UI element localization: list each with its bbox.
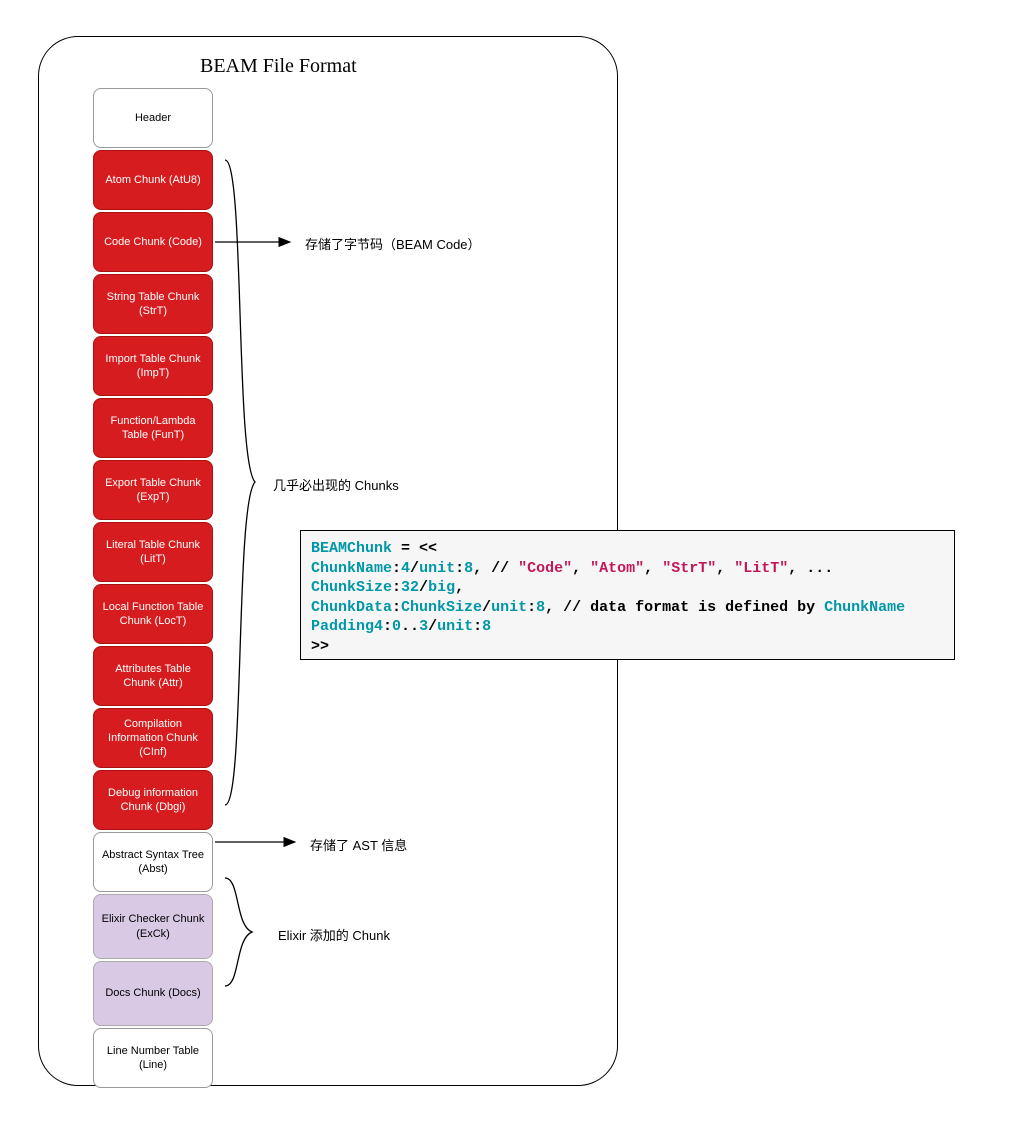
annotation-often: 几乎必出现的 Chunks <box>273 475 399 494</box>
chunk-abst: Abstract Syntax Tree (Abst) <box>93 832 213 892</box>
chunk-cinf: Compilation Information Chunk (CInf) <box>93 708 213 768</box>
diagram-title: BEAM File Format <box>200 55 357 78</box>
chunk-loct: Local Function Table Chunk (LocT) <box>93 584 213 644</box>
chunk-docs: Docs Chunk (Docs) <box>93 961 213 1026</box>
chunk-column: Header Atom Chunk (AtU8) Code Chunk (Cod… <box>93 88 213 1088</box>
chunk-exck: Elixir Checker Chunk (ExCk) <box>93 894 213 959</box>
annotation-code: 存储了字节码（BEAM Code） <box>305 234 481 253</box>
annotation-abst: 存储了 AST 信息 <box>310 835 407 854</box>
chunk-line: Line Number Table (Line) <box>93 1028 213 1088</box>
chunk-litt: Literal Table Chunk (LitT) <box>93 522 213 582</box>
chunk-strt: String Table Chunk (StrT) <box>93 274 213 334</box>
chunk-header: Header <box>93 88 213 148</box>
chunk-expt: Export Table Chunk (ExpT) <box>93 460 213 520</box>
chunk-atom: Atom Chunk (AtU8) <box>93 150 213 210</box>
chunk-code: Code Chunk (Code) <box>93 212 213 272</box>
chunk-dbgi: Debug information Chunk (Dbgi) <box>93 770 213 830</box>
code-block: BEAMChunk = << ChunkName:4/unit:8, // "C… <box>300 530 955 660</box>
chunk-impt: Import Table Chunk (ImpT) <box>93 336 213 396</box>
chunk-attr: Attributes Table Chunk (Attr) <box>93 646 213 706</box>
annotation-elixir: Elixir 添加的 Chunk <box>278 925 390 944</box>
chunk-funt: Function/Lambda Table (FunT) <box>93 398 213 458</box>
